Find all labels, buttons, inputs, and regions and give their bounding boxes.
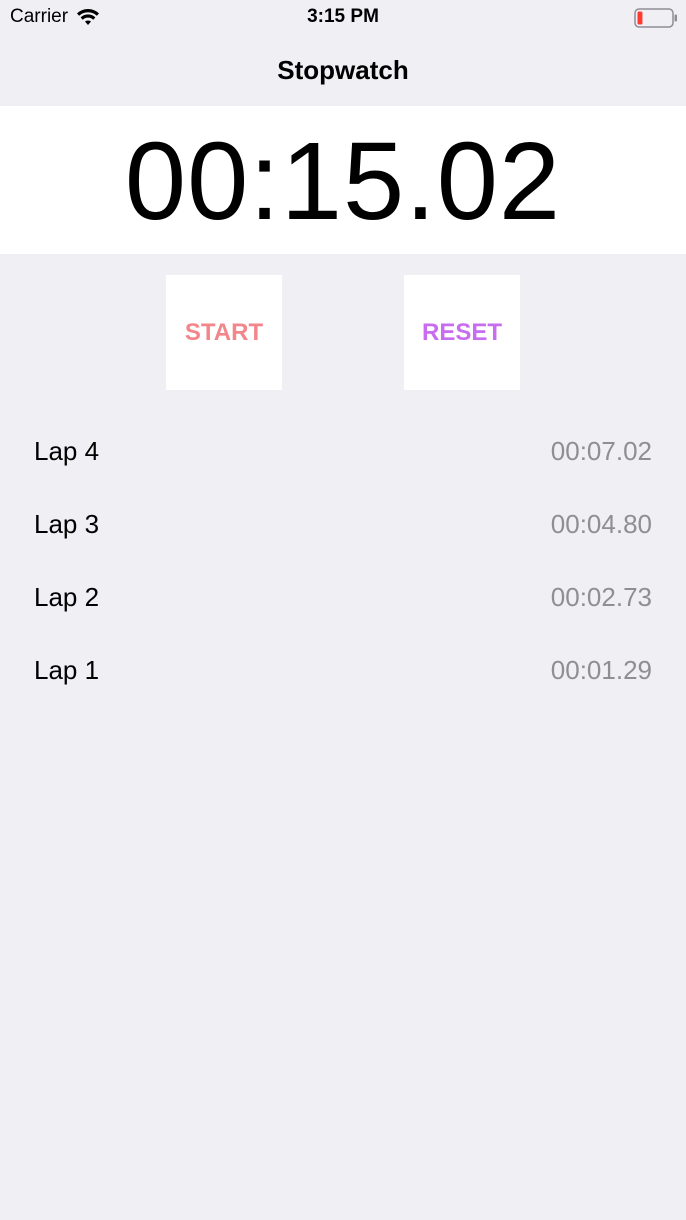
- timer-panel: 00:15.02: [0, 106, 686, 254]
- status-time: 3:15 PM: [307, 6, 379, 27]
- lap-time: 00:04.80: [550, 509, 652, 539]
- lap-row: Lap 4 00:07.02: [0, 415, 686, 488]
- lap-label: Lap 1: [34, 655, 100, 685]
- lap-time: 00:01.29: [550, 655, 652, 685]
- lap-time: 00:02.73: [550, 582, 652, 612]
- start-button[interactable]: START: [166, 275, 282, 390]
- lap-list: Lap 4 00:07.02 Lap 3 00:04.80 Lap 2 00:0…: [0, 415, 686, 707]
- navigation-bar: Stopwatch: [0, 36, 686, 106]
- reset-button[interactable]: RESET: [404, 275, 520, 390]
- battery-level-fill: [637, 11, 643, 25]
- lap-row: Lap 1 00:01.29: [0, 634, 686, 707]
- elapsed-time-display: 00:15.02: [124, 120, 562, 243]
- lap-time: 00:07.02: [550, 436, 652, 466]
- lap-label: Lap 2: [34, 582, 100, 612]
- status-bar: Carrier 3:15 PM: [0, 0, 686, 36]
- lap-label: Lap 3: [34, 509, 100, 539]
- page-title: Stopwatch: [277, 55, 409, 85]
- lap-row: Lap 3 00:04.80: [0, 488, 686, 561]
- lap-row: Lap 2 00:02.73: [0, 561, 686, 634]
- battery-low-icon: [634, 8, 677, 28]
- lap-label: Lap 4: [34, 436, 100, 466]
